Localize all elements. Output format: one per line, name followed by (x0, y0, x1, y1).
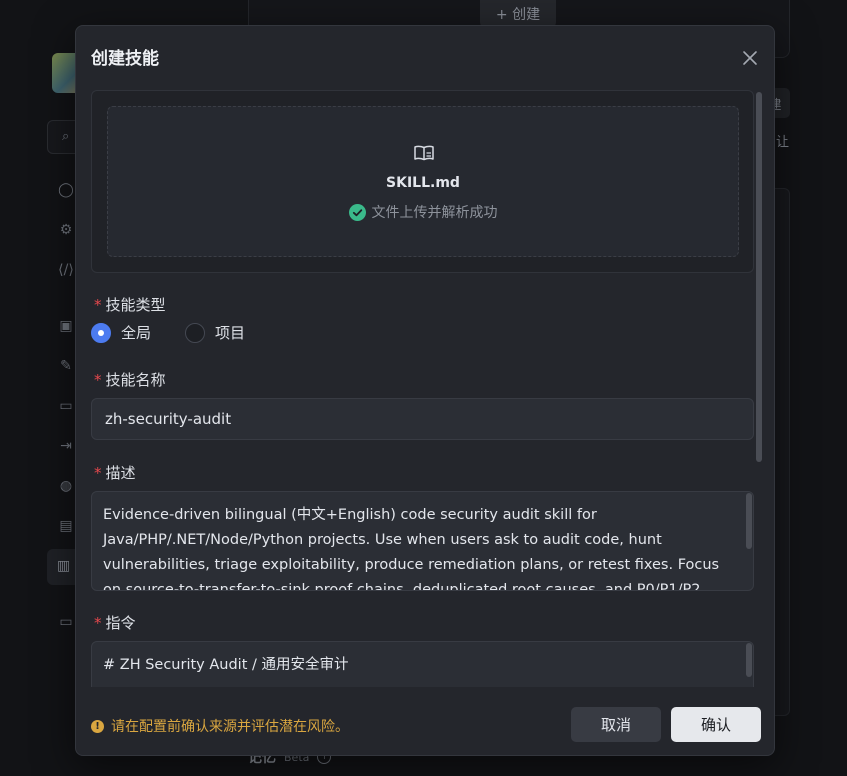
radio-project-circle[interactable] (185, 322, 206, 343)
instructions-text: # ZH Security Audit / 通用安全审计 (103, 657, 349, 673)
skill-name-input[interactable] (91, 398, 754, 440)
required-marker: * (94, 614, 102, 632)
cancel-button[interactable]: 取消 (571, 707, 661, 742)
instructions-scrollbar[interactable] (746, 643, 752, 677)
info-icon: ! (91, 719, 104, 733)
search-icon: ⌕ (62, 129, 70, 144)
radio-global-label: 全局 (121, 324, 152, 342)
skill-type-label-text: 技能类型 (105, 296, 166, 314)
confirm-button[interactable]: 确认 (671, 707, 761, 742)
robot-icon: ▣ (59, 318, 73, 334)
dialog-scrollbar[interactable] (756, 90, 762, 687)
skill-name-label-text: 技能名称 (105, 371, 166, 389)
merge-icon: ⇥ (60, 438, 72, 454)
skill-type-label: * 技能类型 (94, 294, 166, 315)
globe-icon: ◍ (59, 478, 73, 494)
close-icon (743, 51, 757, 65)
chat-icon: ▭ (59, 614, 73, 630)
uploaded-file-name: SKILL.md (386, 175, 460, 191)
wrench-icon: ✎ (60, 358, 72, 374)
code-icon: ⟨/⟩ (58, 262, 74, 278)
description-label-text: 描述 (105, 464, 136, 482)
required-marker: * (94, 371, 102, 389)
upload-status: 文件上传并解析成功 (108, 202, 738, 222)
check-circle-icon (348, 203, 366, 221)
radio-global-circle[interactable] (91, 322, 111, 343)
skill-type-radio-group: 全局 项目 (91, 322, 279, 343)
folder-icon: ▤ (59, 518, 73, 534)
book-icon: ▥ (57, 558, 71, 574)
background-right-panel (774, 188, 790, 716)
close-button[interactable] (736, 44, 764, 72)
terminal-icon: ▭ (59, 398, 73, 414)
dialog-body: SKILL.md 文件上传并解析成功 * 技能类型 全局 项目 * 技能名称 z… (91, 90, 754, 687)
radio-global[interactable]: 全局 (91, 322, 151, 343)
book-icon (414, 145, 434, 161)
risk-warning: ! 请在配置前确认来源并评估潜在风险。 (91, 716, 349, 736)
background-create-button: + 创建 (480, 0, 556, 28)
radio-project-label: 项目 (215, 324, 246, 342)
background-right-text: 让 (776, 135, 790, 150)
radio-project[interactable]: 项目 (185, 322, 245, 343)
description-label: * 描述 (94, 462, 136, 483)
instructions-textarea[interactable]: # ZH Security Audit / 通用安全审计 (91, 641, 754, 687)
skill-name-label: * 技能名称 (94, 369, 166, 390)
gear-icon: ⚙ (59, 222, 73, 238)
required-marker: * (94, 464, 102, 482)
create-skill-dialog: 创建技能 SKILL.md 文件上传并解析成功 * 技能类型 全局 项目 * 技… (75, 25, 775, 756)
description-textarea[interactable]: Evidence-driven bilingual (中文+English) c… (91, 491, 754, 591)
dialog-title: 创建技能 (91, 49, 159, 69)
user-icon: ◯ (58, 182, 74, 198)
description-text: Evidence-driven bilingual (中文+English) c… (103, 507, 720, 591)
upload-section: SKILL.md 文件上传并解析成功 (91, 90, 754, 273)
upload-dropzone[interactable]: SKILL.md 文件上传并解析成功 (107, 106, 739, 257)
required-marker: * (94, 296, 102, 314)
dialog-scrollbar-thumb[interactable] (756, 92, 762, 462)
description-scrollbar[interactable] (746, 493, 752, 549)
instructions-label-text: 指令 (105, 614, 136, 632)
upload-status-text: 文件上传并解析成功 (371, 205, 498, 221)
instructions-label: * 指令 (94, 612, 136, 633)
risk-warning-text: 请在配置前确认来源并评估潜在风险。 (111, 719, 349, 735)
